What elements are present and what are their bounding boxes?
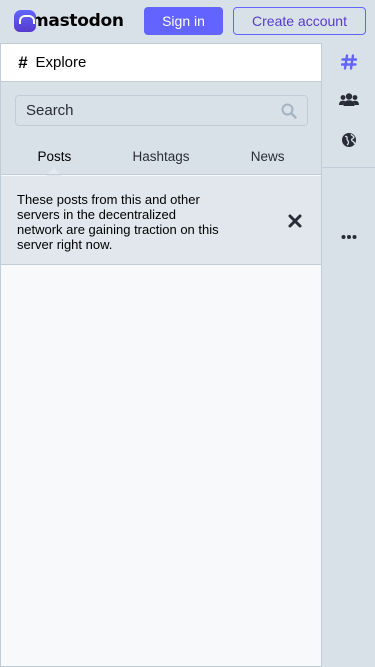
hashtag-icon: #: [18, 52, 28, 72]
explore-notice: These posts from this and other servers …: [1, 176, 321, 265]
people-icon: [338, 93, 359, 106]
top-bar: mastodon Sign in Create account: [0, 0, 375, 43]
column-header[interactable]: # Explore: [1, 44, 321, 82]
rail-item-federated[interactable]: [322, 121, 375, 159]
hashtag-icon: [340, 54, 357, 70]
sign-in-button[interactable]: Sign in: [144, 7, 223, 35]
tab-posts[interactable]: Posts: [1, 138, 108, 176]
search-section: Search Posts Hashtags News: [1, 82, 321, 176]
mastodon-logo[interactable]: mastodon: [14, 10, 124, 32]
rail-item-community[interactable]: [322, 81, 375, 119]
globe-icon: [341, 133, 356, 147]
search-placeholder: Search: [26, 102, 74, 119]
navigation-rail: [322, 43, 375, 667]
notice-text: These posts from this and other servers …: [17, 192, 219, 252]
rail-item-explore[interactable]: [322, 43, 375, 81]
tab-news[interactable]: News: [214, 138, 321, 175]
close-icon[interactable]: [288, 214, 302, 228]
explore-tabs: Posts Hashtags News: [1, 138, 321, 176]
search-icon: [281, 103, 297, 119]
search-input[interactable]: Search: [15, 95, 308, 126]
rail-item-more[interactable]: [322, 218, 375, 256]
create-account-button[interactable]: Create account: [233, 7, 366, 35]
more-icon: [341, 235, 356, 239]
tab-hashtags[interactable]: Hashtags: [108, 138, 215, 175]
rail-divider: [322, 167, 375, 168]
explore-column: # Explore Search Posts Hashtags News The…: [0, 43, 322, 667]
mastodon-logo-icon: [14, 10, 36, 32]
column-title: Explore: [35, 54, 87, 71]
tabs-divider: [1, 174, 321, 175]
logo-text: mastodon: [31, 11, 124, 31]
